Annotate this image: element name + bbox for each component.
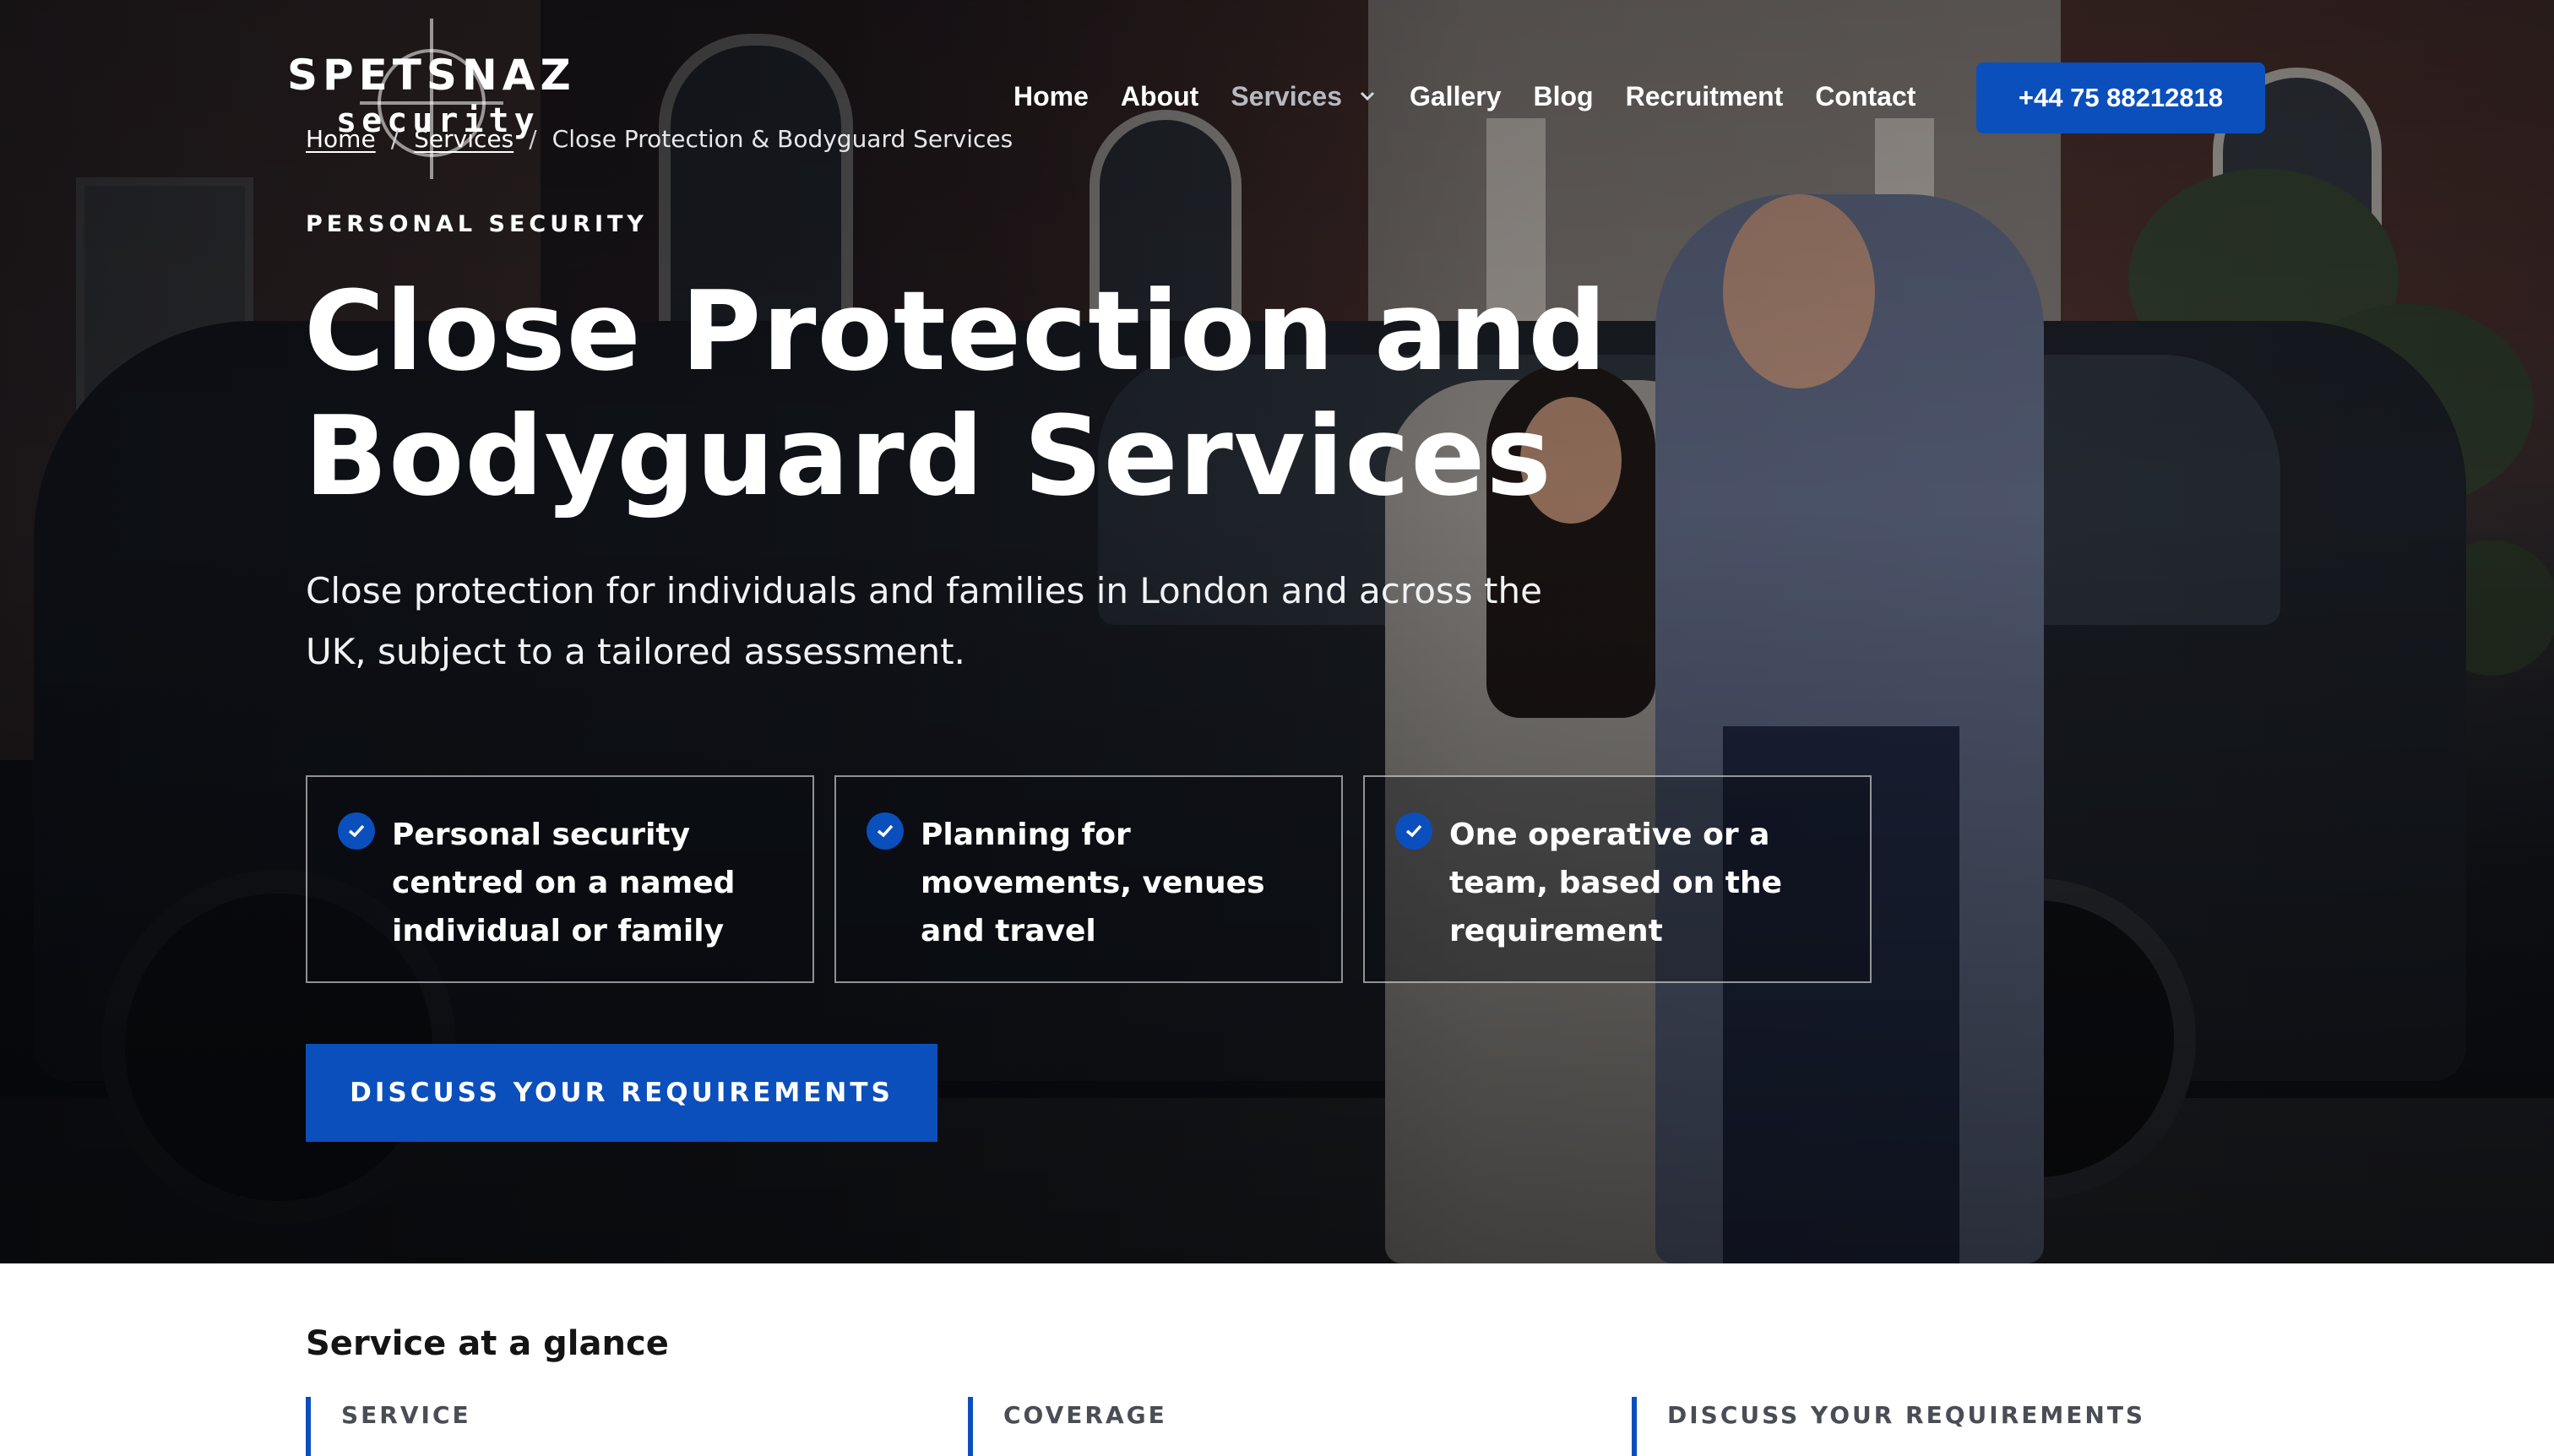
phone-button[interactable]: +44 75 88212818 — [1976, 62, 2265, 133]
glance-column-coverage: COVERAGE — [968, 1397, 1167, 1456]
discuss-requirements-button[interactable]: DISCUSS YOUR REQUIREMENTS — [306, 1044, 937, 1142]
breadcrumb-separator: / — [529, 125, 537, 153]
hero-section: SPETSNAZ security Home About Services Ga… — [0, 0, 2554, 1263]
nav-home[interactable]: Home — [1013, 81, 1089, 112]
breadcrumb: Home / Services / Close Protection & Bod… — [306, 125, 1013, 153]
chevron-down-icon[interactable] — [1359, 86, 1379, 106]
main-nav: Home About Services Gallery Blog Recruit… — [1013, 73, 1948, 120]
glance-column-service: SERVICE — [306, 1397, 471, 1456]
breadcrumb-home[interactable]: Home — [306, 125, 376, 153]
feature-text: One operative or a team, based on the re… — [1449, 818, 1782, 948]
service-at-a-glance: Service at a glance SERVICE COVERAGE DIS… — [0, 1263, 2554, 1456]
nav-blog[interactable]: Blog — [1534, 81, 1594, 112]
breadcrumb-services[interactable]: Services — [414, 125, 514, 153]
nav-recruitment[interactable]: Recruitment — [1626, 81, 1784, 112]
feature-card: Personal security centred on a named ind… — [306, 775, 814, 983]
site-logo[interactable]: SPETSNAZ security — [287, 19, 574, 179]
nav-contact[interactable]: Contact — [1815, 81, 1916, 112]
feature-text: Planning for movements, venues and trave… — [921, 818, 1265, 948]
glance-title: Service at a glance — [306, 1324, 669, 1363]
feature-card: One operative or a team, based on the re… — [1363, 775, 1872, 983]
logo-wordmark: SPETSNAZ — [287, 51, 576, 100]
page-title: Close Protection and Bodyguard Services — [304, 269, 1824, 519]
check-icon — [338, 812, 375, 850]
nav-services[interactable]: Services — [1231, 81, 1342, 112]
nav-about[interactable]: About — [1121, 81, 1198, 112]
breadcrumb-separator: / — [390, 125, 399, 153]
page-title-line2: Bodyguard Services — [304, 392, 1552, 520]
check-icon — [867, 812, 904, 850]
breadcrumb-current: Close Protection & Bodyguard Services — [552, 125, 1013, 153]
check-icon — [1395, 812, 1432, 850]
hero-eyebrow: PERSONAL SECURITY — [306, 211, 648, 237]
nav-gallery[interactable]: Gallery — [1410, 81, 1502, 112]
feature-card: Planning for movements, venues and trave… — [834, 775, 1343, 983]
feature-text: Personal security centred on a named ind… — [392, 818, 736, 948]
hero-description: Close protection for individuals and fam… — [306, 570, 1542, 672]
page-title-line1: Close Protection and — [304, 267, 1608, 395]
glance-column-discuss: DISCUSS YOUR REQUIREMENTS — [1632, 1397, 2145, 1456]
feature-list: Personal security centred on a named ind… — [306, 775, 1892, 983]
